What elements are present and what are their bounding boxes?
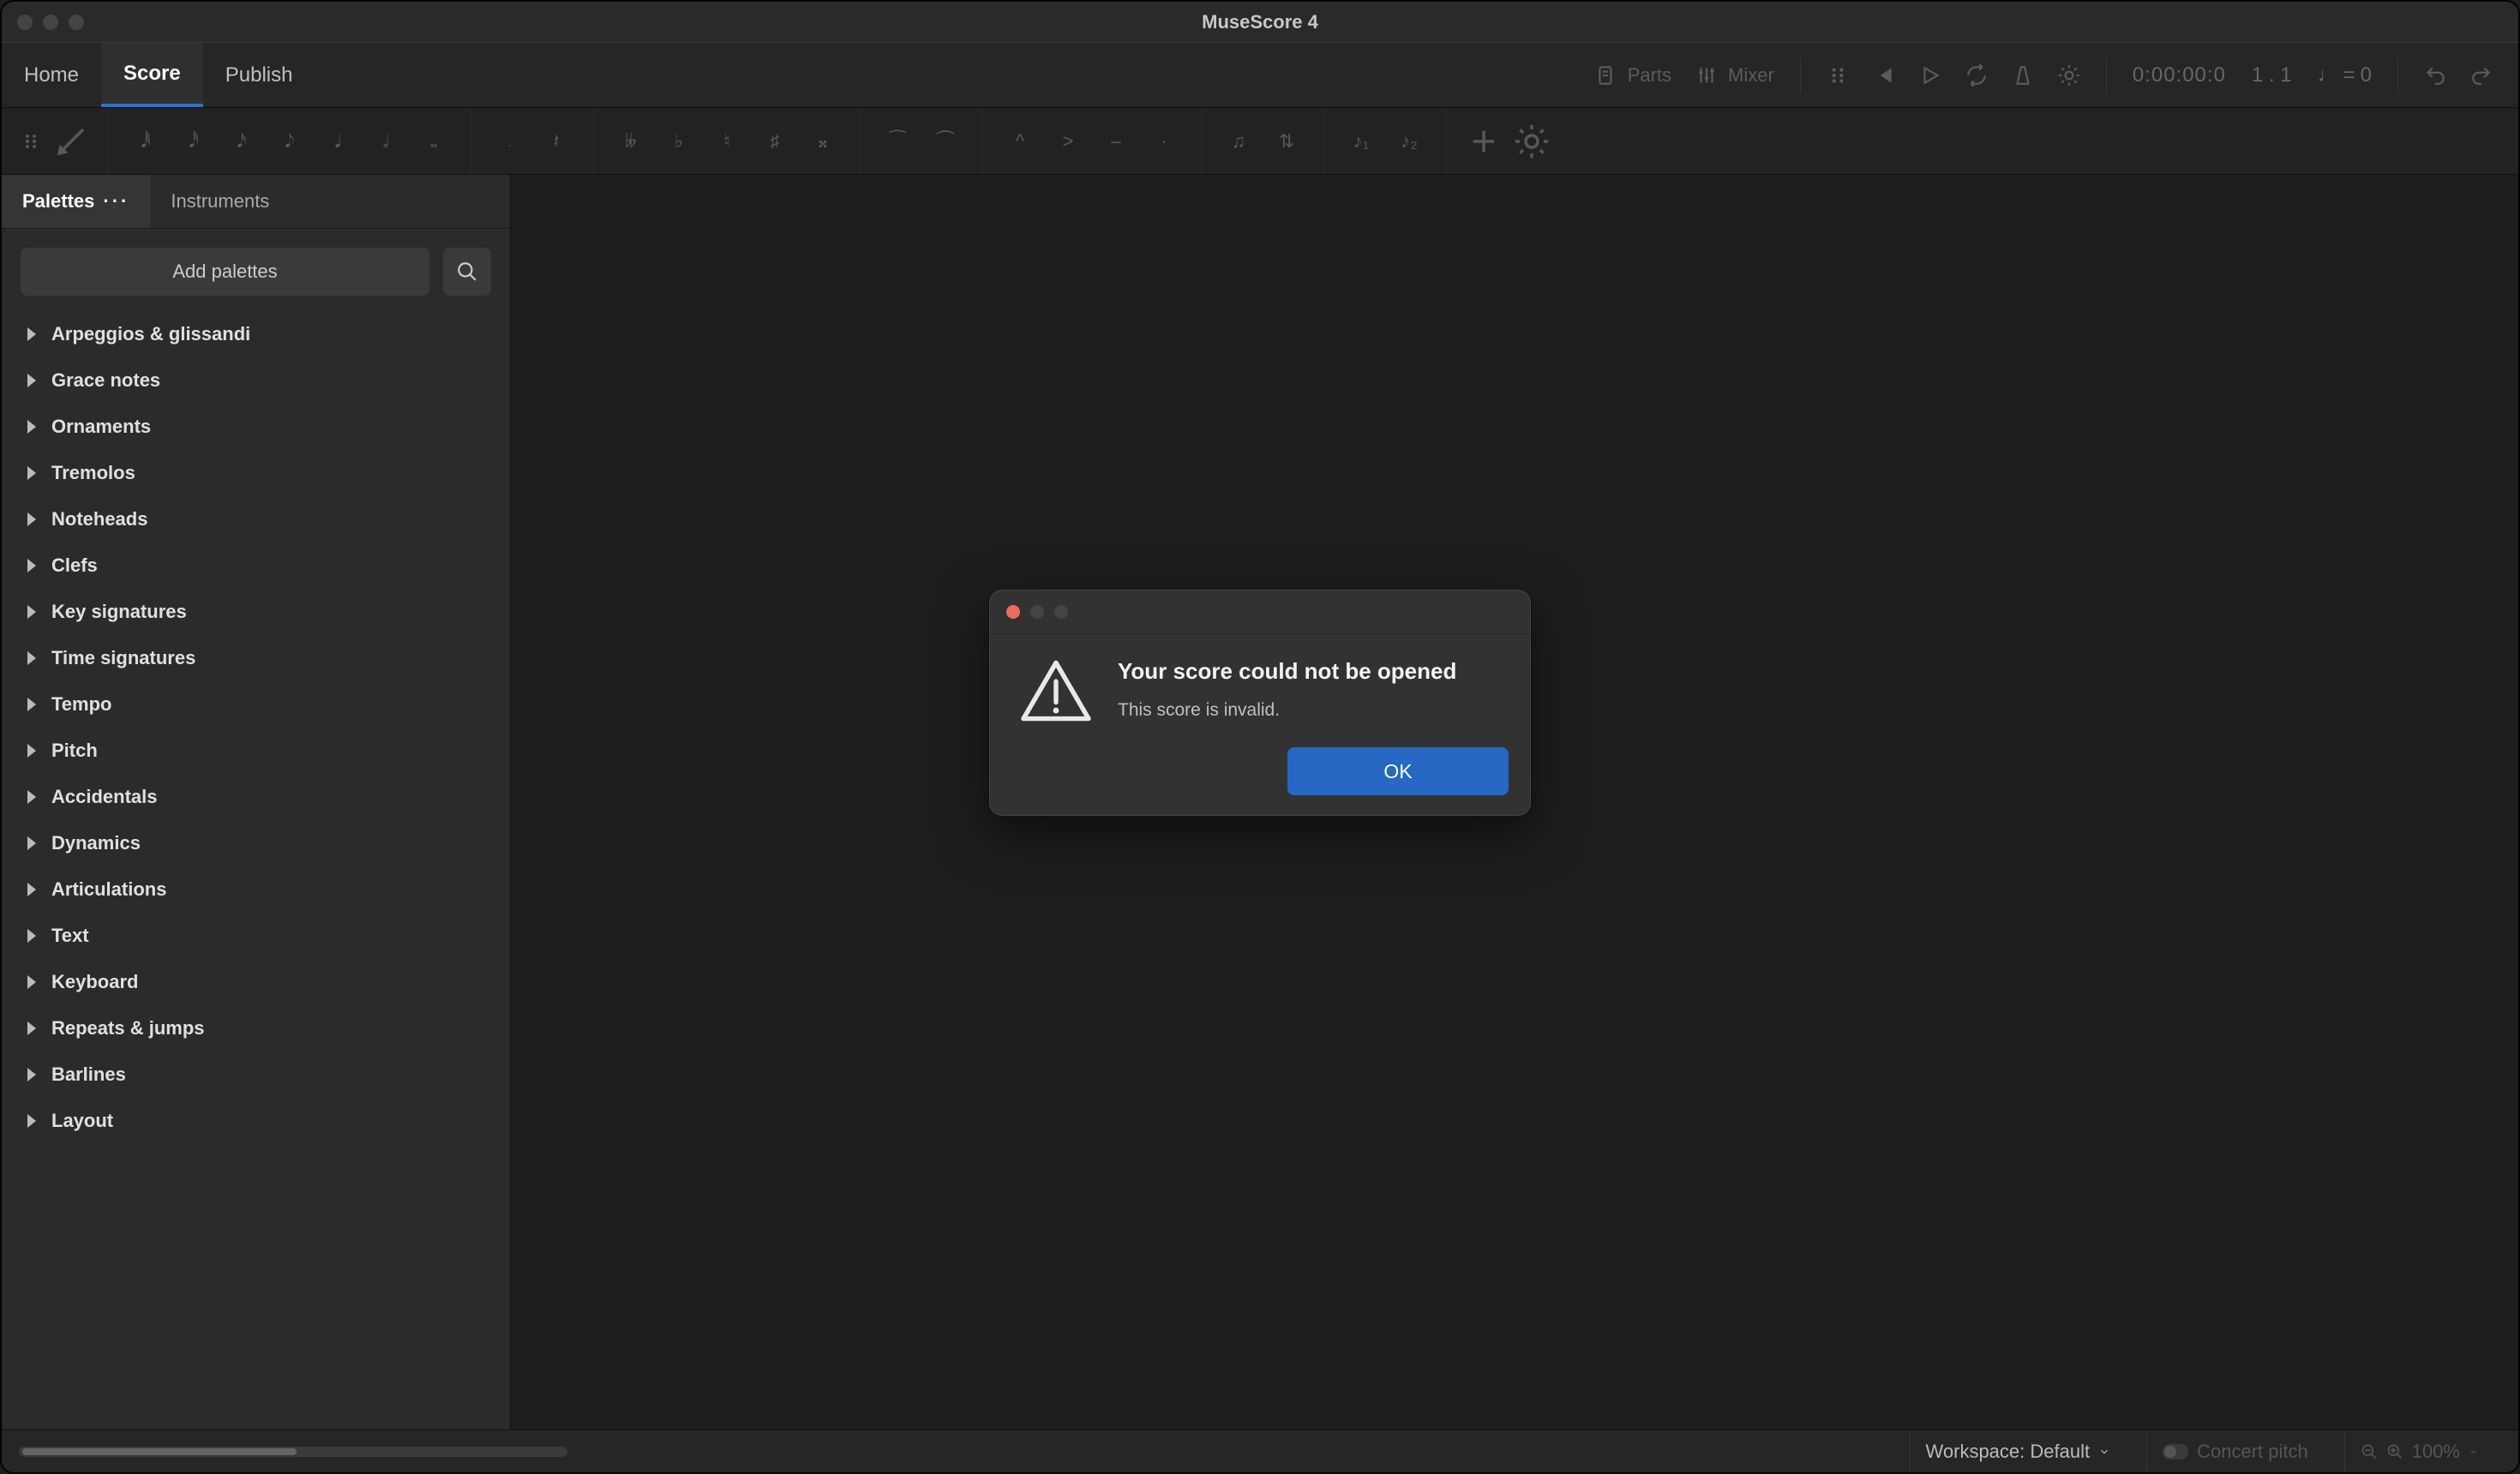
dialog-heading: Your score could not be opened	[1118, 658, 1507, 685]
dialog-close-icon[interactable]	[1006, 605, 1020, 619]
ok-button[interactable]: OK	[1287, 747, 1509, 795]
modal-overlay: Your score could not be opened This scor…	[0, 0, 2520, 1474]
dialog-message: This score is invalid.	[1118, 700, 1507, 721]
warning-icon	[1018, 658, 1094, 723]
dialog-titlebar	[989, 590, 1531, 634]
error-dialog: Your score could not be opened This scor…	[988, 589, 1532, 817]
dialog-minimize-icon	[1030, 605, 1044, 619]
dialog-zoom-icon	[1054, 605, 1068, 619]
